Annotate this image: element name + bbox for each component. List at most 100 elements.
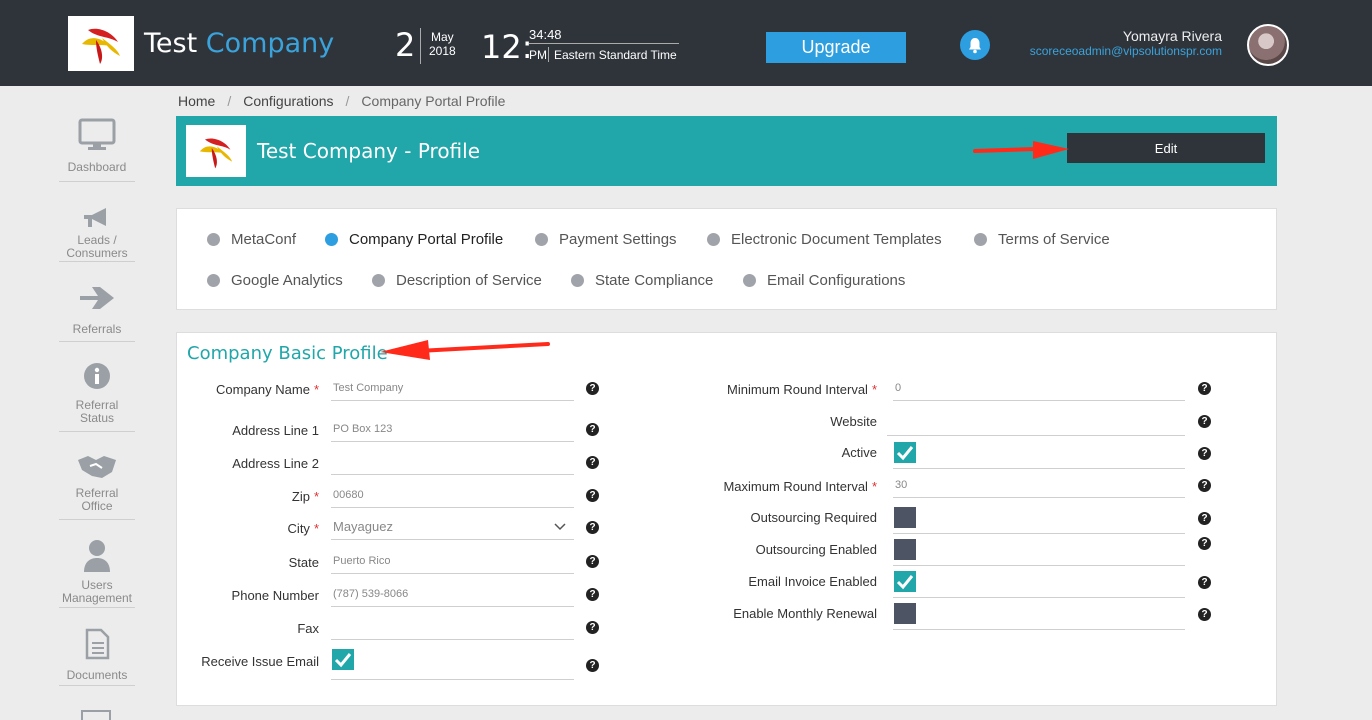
help-icon[interactable]: ? xyxy=(586,659,599,672)
tab-terms-of-service[interactable]: Terms of Service xyxy=(974,231,1110,248)
user-email[interactable]: scoreceoadmin@vipsolutionspr.com xyxy=(1030,44,1222,58)
tab-label: Electronic Document Templates xyxy=(731,231,942,248)
tab-email-configurations[interactable]: Email Configurations xyxy=(743,272,905,289)
tab-dot xyxy=(743,274,756,287)
active-checkbox[interactable] xyxy=(894,442,916,463)
notifications-bell-icon[interactable] xyxy=(960,30,990,60)
megaphone-icon xyxy=(84,208,106,227)
sidebar-item-documents[interactable]: Documents xyxy=(59,628,135,686)
help-icon[interactable]: ? xyxy=(586,555,599,568)
company-name-input[interactable]: Test Company xyxy=(331,375,574,401)
field-label-text: Address Line 1 xyxy=(232,423,319,438)
help-icon[interactable]: ? xyxy=(586,621,599,634)
user-name[interactable]: Yomayra Rivera xyxy=(1123,28,1222,44)
profile-title: Test Company - Profile xyxy=(257,139,481,163)
outsourcing-enabled-label: Outsourcing Enabled xyxy=(756,542,877,557)
minimum-round-interval-label: Minimum Round Interval * xyxy=(727,382,877,397)
breadcrumb-configurations[interactable]: Configurations xyxy=(243,93,333,109)
city-select[interactable]: Mayaguez xyxy=(331,514,574,540)
outsourcing-enabled-checkbox[interactable] xyxy=(894,539,916,560)
phone-number-input[interactable]: (787) 539-8066 xyxy=(331,581,574,607)
time-minsec: 34:48 xyxy=(529,27,562,42)
chevron-down-icon[interactable] xyxy=(554,523,566,531)
tab-electronic-document-templates[interactable]: Electronic Document Templates xyxy=(707,231,942,248)
tab-label: Email Configurations xyxy=(767,272,906,289)
section-title: Company Basic Profile xyxy=(187,343,388,364)
help-icon[interactable]: ? xyxy=(586,521,599,534)
config-tabs-panel: MetaConf Company Portal Profile Payment … xyxy=(176,208,1277,310)
edit-button[interactable]: Edit xyxy=(1067,133,1265,163)
date-month: May xyxy=(431,30,454,44)
tab-description-of-service[interactable]: Description of Service xyxy=(372,272,542,289)
tab-google-analytics[interactable]: Google Analytics xyxy=(207,272,343,289)
document-icon xyxy=(85,628,110,660)
tab-payment-settings[interactable]: Payment Settings xyxy=(535,231,677,248)
help-icon[interactable]: ? xyxy=(1198,415,1211,428)
banner-company-logo xyxy=(186,125,246,177)
company-logo[interactable] xyxy=(68,16,134,71)
time-ampm: PM xyxy=(529,48,547,62)
help-icon[interactable]: ? xyxy=(1198,608,1211,621)
state-input[interactable]: Puerto Rico xyxy=(331,548,574,574)
info-icon xyxy=(84,363,110,389)
help-icon[interactable]: ? xyxy=(1198,512,1211,525)
zip-input[interactable]: 00680 xyxy=(331,482,574,508)
minimum-round-interval-input[interactable]: 0 xyxy=(893,375,1185,401)
field-underline xyxy=(331,679,574,680)
help-icon[interactable]: ? xyxy=(586,456,599,469)
tab-metaconf[interactable]: MetaConf xyxy=(207,231,296,248)
sidebar-item-referrals[interactable]: Referrals xyxy=(59,284,135,342)
help-icon[interactable]: ? xyxy=(586,588,599,601)
sidebar-item-leads[interactable]: Leads / Consumers xyxy=(59,206,135,262)
tab-state-compliance[interactable]: State Compliance xyxy=(571,272,713,289)
field-label-text: Zip xyxy=(291,489,310,504)
help-icon[interactable]: ? xyxy=(1198,447,1211,460)
upgrade-button[interactable]: Upgrade xyxy=(766,32,906,63)
required-marker: * xyxy=(871,382,877,397)
required-marker: * xyxy=(313,521,319,536)
sidebar-item-more-icon[interactable] xyxy=(81,710,111,720)
handshake-icon xyxy=(78,456,116,478)
tab-dot xyxy=(207,233,220,246)
tab-dot xyxy=(325,233,338,246)
sidebar-item-dashboard[interactable]: Dashboard xyxy=(59,118,135,182)
address-line-2-label: Address Line 2 xyxy=(232,456,319,471)
help-icon[interactable]: ? xyxy=(1198,537,1211,550)
city-label: City * xyxy=(288,521,319,536)
field-label-text: Company Name xyxy=(216,382,310,397)
sidebar-item-label: Referral Office xyxy=(75,486,119,513)
help-icon[interactable]: ? xyxy=(1198,576,1211,589)
sidebar-item-users-management[interactable]: Users Management xyxy=(59,538,135,608)
field-label-text: Active xyxy=(841,445,877,460)
help-icon[interactable]: ? xyxy=(586,423,599,436)
time-divider xyxy=(529,43,679,44)
address-line-2-input[interactable] xyxy=(331,449,574,475)
help-icon[interactable]: ? xyxy=(586,489,599,502)
sidebar-item-label: Referral Status xyxy=(75,398,119,425)
field-label-text: Outsourcing Enabled xyxy=(755,542,877,557)
email-invoice-enabled-checkbox[interactable] xyxy=(894,571,916,592)
fax-input[interactable] xyxy=(331,614,574,640)
field-label-text: Maximum Round Interval xyxy=(723,479,868,494)
help-icon[interactable]: ? xyxy=(1198,479,1211,492)
enable-monthly-renewal-checkbox[interactable] xyxy=(894,603,916,624)
sidebar-item-label: Documents xyxy=(66,668,128,682)
user-avatar[interactable] xyxy=(1247,24,1289,66)
help-icon[interactable]: ? xyxy=(1198,382,1211,395)
website-input[interactable] xyxy=(887,410,1185,436)
sidebar-item-referral-office[interactable]: Referral Office xyxy=(59,452,135,520)
address-line-1-input[interactable]: PO Box 123 xyxy=(331,416,574,442)
tab-dot xyxy=(974,233,987,246)
field-underline xyxy=(893,597,1185,598)
receive-issue-email-checkbox[interactable] xyxy=(332,649,354,670)
required-marker: * xyxy=(313,382,319,397)
sidebar-item-referral-status[interactable]: Referral Status xyxy=(59,362,135,432)
tab-company-portal-profile[interactable]: Company Portal Profile xyxy=(325,231,503,248)
date-day: 2 xyxy=(395,26,416,64)
receive-issue-email-label: Receive Issue Email xyxy=(201,654,319,669)
breadcrumb-home[interactable]: Home xyxy=(178,93,215,109)
help-icon[interactable]: ? xyxy=(586,382,599,395)
maximum-round-interval-input[interactable]: 30 xyxy=(893,472,1185,498)
checkmark-icon xyxy=(896,574,914,589)
outsourcing-required-checkbox[interactable] xyxy=(894,507,916,528)
